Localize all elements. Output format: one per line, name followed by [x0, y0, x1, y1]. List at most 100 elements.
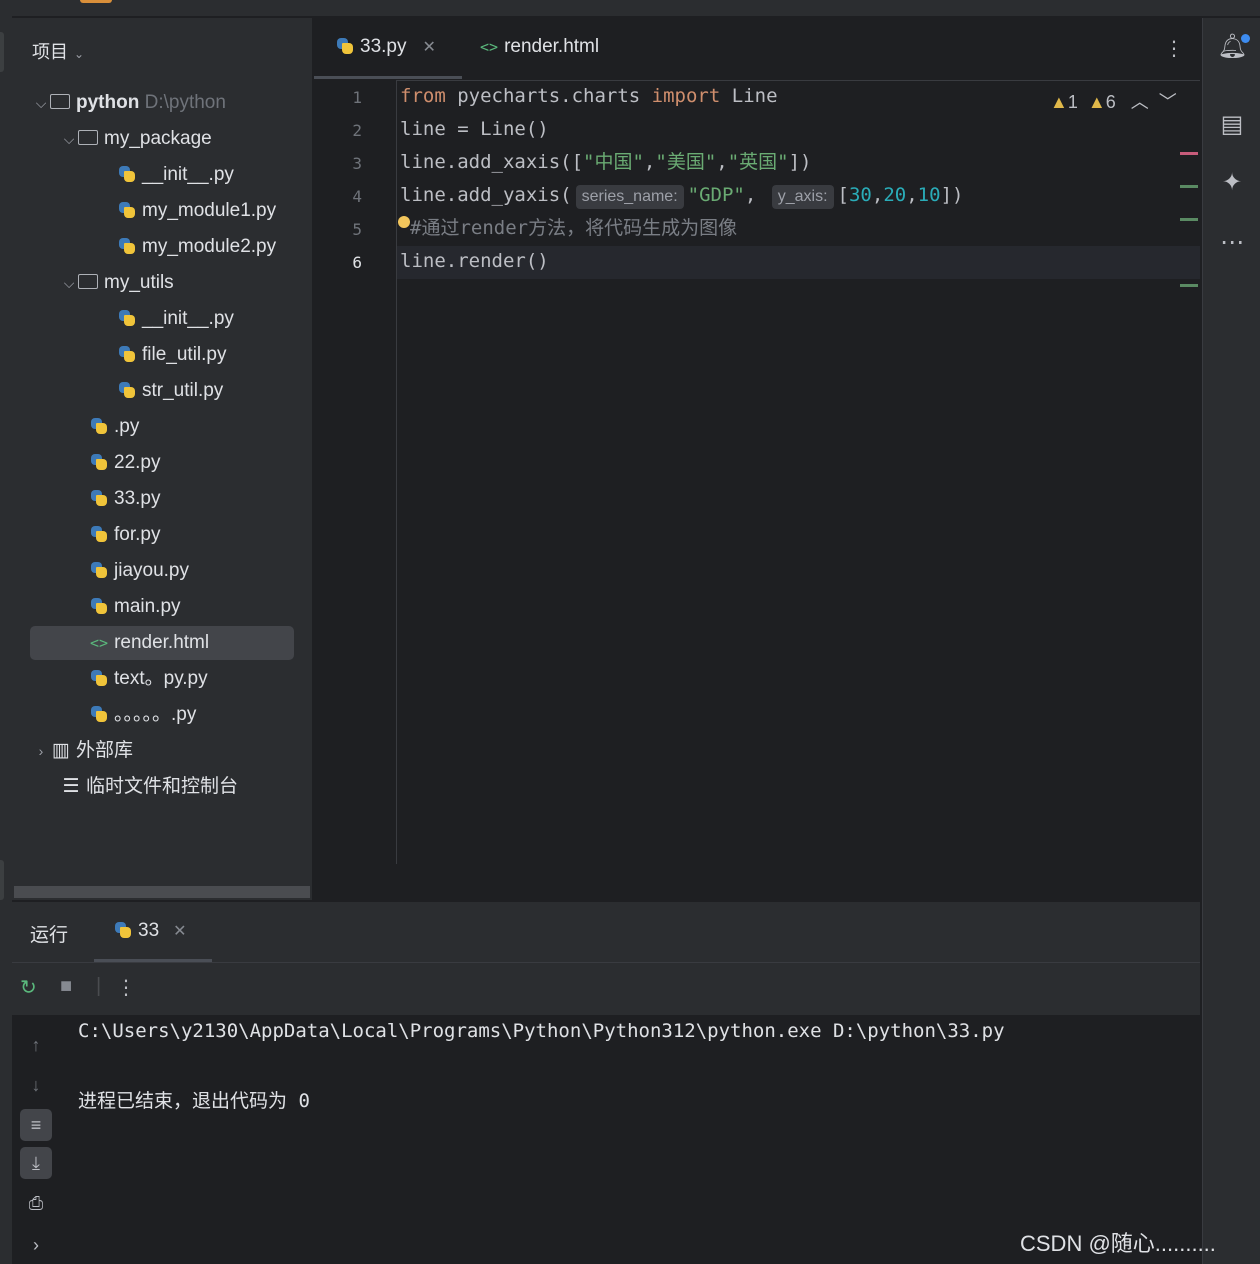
line-number-gutter: 1 2 3 4 5 6: [314, 80, 397, 864]
warning-marker[interactable]: [1180, 185, 1198, 188]
editor-tabs: 33.py ✕ <> render.html ⋮: [314, 18, 1200, 81]
tree-file[interactable]: __init__.py: [118, 158, 234, 192]
root-name: python: [76, 92, 140, 113]
python-file-icon: [114, 921, 132, 939]
python-file-icon: [90, 525, 108, 543]
more-tools-icon[interactable]: ⋯: [1217, 228, 1247, 257]
tree-external-libraries[interactable]: › ▥ 外部库: [32, 734, 133, 768]
chevron-down-icon[interactable]: ⌵: [60, 122, 78, 156]
database-icon[interactable]: ▤: [1217, 110, 1247, 139]
tree-file[interactable]: text。py.py: [90, 662, 208, 696]
tab-33-py[interactable]: 33.py ✕: [336, 36, 436, 58]
tree-file[interactable]: __init__.py: [118, 302, 234, 336]
strip-handle[interactable]: [0, 32, 4, 72]
strip-handle[interactable]: [0, 860, 4, 900]
tree-file[interactable]: 33.py: [90, 482, 160, 516]
tree-file[interactable]: 22.py: [90, 446, 160, 480]
library-icon: ▥: [52, 740, 70, 761]
chevron-down-icon[interactable]: ⌵: [32, 86, 50, 120]
inspection-widget[interactable]: ▲1 ▲6 ︿ ﹀: [1050, 88, 1177, 114]
tree-file[interactable]: 。。。。。.py: [90, 698, 196, 732]
html-file-icon: <>: [480, 38, 499, 56]
lightbulb-icon[interactable]: [398, 216, 410, 228]
tree-item-label: jiayou.py: [114, 560, 189, 581]
tree-file[interactable]: jiayou.py: [90, 554, 189, 588]
module-name: pyecharts.charts: [445, 85, 652, 107]
stop-icon[interactable]: ■: [60, 975, 72, 998]
tree-file[interactable]: main.py: [90, 590, 181, 624]
string-literal: "美国": [655, 151, 717, 173]
watermark-text: CSDN @随心..........: [1020, 1231, 1216, 1256]
tree-item-label: 。。。。。.py: [114, 704, 197, 725]
line-number: 2: [352, 121, 362, 140]
python-file-icon: [118, 165, 136, 183]
chevron-down-icon[interactable]: ⌄: [74, 47, 84, 61]
horizontal-scrollbar[interactable]: [14, 886, 310, 898]
string-literal: "中国": [583, 151, 644, 173]
warning-marker[interactable]: [1180, 218, 1198, 221]
error-marker[interactable]: [1180, 152, 1198, 155]
tab-render-html[interactable]: <> render.html: [480, 36, 599, 58]
code-text: line.add_yaxis(: [400, 184, 572, 206]
left-tool-strip: [0, 16, 12, 1264]
comment: #通过render方法，将代码生成为图像: [410, 217, 738, 239]
number-literal: 30: [848, 184, 872, 206]
line-number: 6: [352, 253, 362, 272]
tree-file[interactable]: my_module2.py: [118, 230, 276, 264]
more-options-icon[interactable]: ⋮: [116, 975, 136, 1000]
tree-folder-my-utils[interactable]: ⌵ my_utils: [60, 266, 174, 300]
python-file-icon: [90, 453, 108, 471]
active-tab-indicator: [314, 76, 462, 79]
tree-file[interactable]: .py: [90, 410, 139, 444]
run-tab[interactable]: 33 ✕: [114, 920, 187, 942]
string-literal: "英国": [727, 151, 789, 173]
python-file-icon: [118, 237, 136, 255]
python-file-icon: [90, 417, 108, 435]
project-panel: 项目 ⌄ ⌵ python D:\python ⌵ my_package __init…: [12, 18, 312, 900]
python-file-icon: [90, 705, 108, 723]
arrow-up-icon[interactable]: ↑: [20, 1029, 52, 1061]
chevron-down-icon[interactable]: ⌵: [60, 266, 78, 300]
tree-file[interactable]: for.py: [90, 518, 160, 552]
close-icon[interactable]: ✕: [422, 39, 435, 56]
chevron-up-icon[interactable]: ︿: [1131, 92, 1149, 112]
arrow-down-icon[interactable]: ↓: [20, 1069, 52, 1101]
line-number: 4: [352, 187, 362, 206]
python-file-icon: [90, 669, 108, 687]
python-file-icon: [118, 345, 136, 363]
project-header[interactable]: 项目 ⌄: [32, 38, 84, 64]
editor-footer: [314, 865, 1200, 901]
tree-folder-my-package[interactable]: ⌵ my_package: [60, 122, 212, 156]
tab-label: render.html: [504, 36, 600, 57]
tab-label: 33.py: [360, 36, 407, 57]
chevron-right-icon[interactable]: ›: [32, 734, 50, 768]
chevron-down-icon[interactable]: ﹀: [1159, 92, 1177, 112]
project-title: 项目: [32, 42, 68, 62]
tree-root[interactable]: ⌵ python D:\python: [32, 86, 226, 120]
tree-file-selected[interactable]: <> render.html: [30, 626, 294, 660]
tree-scratches[interactable]: ☰ 临时文件和控制台: [60, 770, 238, 804]
ai-assistant-icon[interactable]: ✦: [1217, 168, 1247, 197]
run-toolbar: ↻ ■ | ⋮: [12, 963, 1200, 1015]
tree-file[interactable]: str_util.py: [118, 374, 223, 408]
scroll-to-end-icon[interactable]: ⤓: [20, 1147, 52, 1179]
rerun-icon[interactable]: ↻: [20, 975, 37, 1000]
code-line-4: line.add_yaxis(series_name: "GDP", y_axis…: [400, 179, 963, 212]
code-line-3: line.add_xaxis(["中国","美国","英国"]): [400, 151, 812, 173]
package-folder-icon: [78, 130, 98, 145]
run-panel: 运行 33 ✕ ↻ ■ | ⋮ ↑ ↓ ≡ ⤓ ⎙ › C:\Users\y213…: [12, 902, 1200, 1264]
chevron-right-icon[interactable]: ›: [20, 1229, 52, 1261]
code-editor[interactable]: from pyecharts.charts import Line line =…: [397, 80, 1200, 864]
soft-wrap-icon[interactable]: ≡: [20, 1109, 52, 1141]
line-number: 3: [352, 154, 362, 173]
tree-item-label: 外部库: [76, 740, 134, 761]
print-icon[interactable]: ⎙: [20, 1187, 52, 1219]
tree-file[interactable]: file_util.py: [118, 338, 227, 372]
tree-file[interactable]: my_module1.py: [118, 194, 276, 228]
warning-marker[interactable]: [1180, 284, 1198, 287]
more-options-icon[interactable]: ⋮: [1164, 36, 1184, 61]
parameter-hint: series_name:: [575, 185, 684, 209]
close-icon[interactable]: ✕: [173, 923, 186, 940]
code-line-1: from pyecharts.charts import Line: [400, 80, 778, 113]
run-tab-bar: 运行 33 ✕: [12, 902, 1200, 963]
